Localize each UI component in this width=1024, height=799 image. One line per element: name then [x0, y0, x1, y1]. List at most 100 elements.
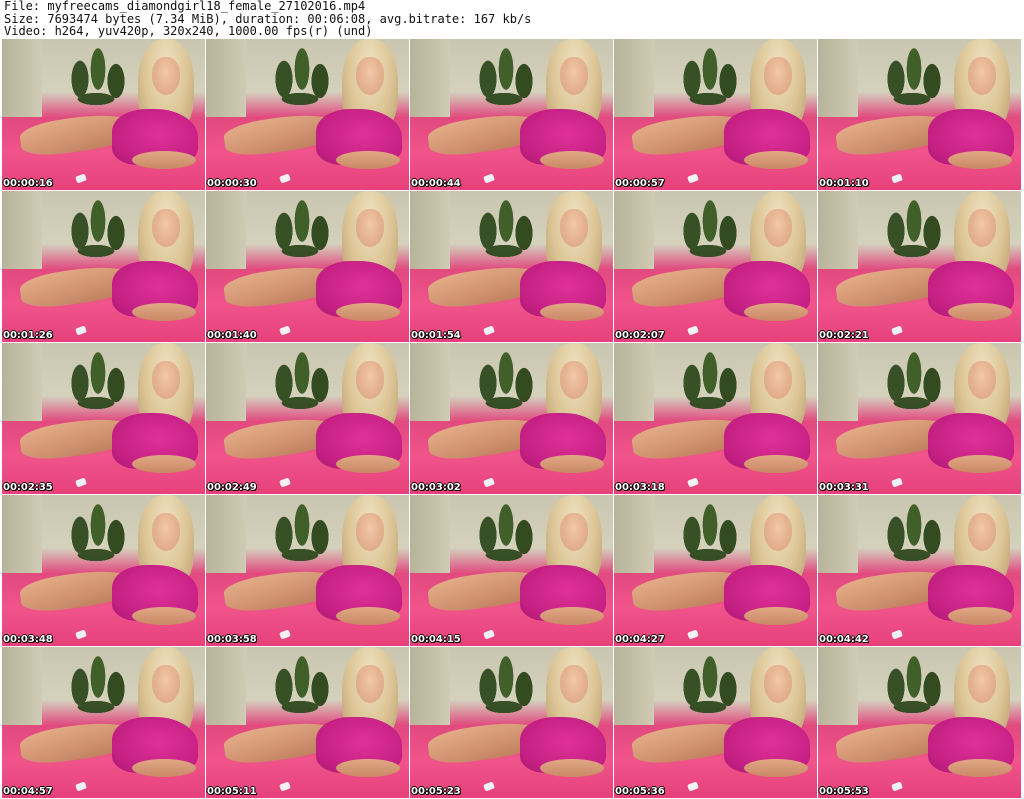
thumbnail-face [356, 513, 384, 551]
thumbnail-wall-left [2, 191, 42, 269]
thumbnail-wall-left [206, 39, 246, 117]
thumbnail-timestamp: 00:00:30 [207, 178, 257, 189]
thumbnail-face [560, 209, 588, 247]
thumbnail-timestamp: 00:01:26 [3, 330, 53, 341]
thumbnail-obj [279, 629, 291, 640]
thumbnail-arm [132, 303, 196, 321]
thumbnail-arm [540, 607, 604, 625]
thumbnail-wall-left [2, 647, 42, 725]
thumbnail-arm [948, 303, 1012, 321]
thumbnail-plant [264, 343, 336, 413]
thumbnail-face [560, 57, 588, 95]
thumbnail-plant [60, 191, 132, 261]
video-thumbnail: 00:05:53 [818, 647, 1021, 798]
thumbnail-arm [336, 303, 400, 321]
video-thumbnail: 00:00:57 [614, 39, 817, 190]
video-thumbnail: 00:01:54 [410, 191, 613, 342]
thumbnail-timestamp: 00:05:23 [411, 786, 461, 797]
thumbnail-face [764, 209, 792, 247]
thumbnail-face [764, 665, 792, 703]
thumbnail-wall-left [818, 39, 858, 117]
thumbnail-timestamp: 00:05:36 [615, 786, 665, 797]
thumbnail-plant [672, 495, 744, 565]
thumbnail-timestamp: 00:00:57 [615, 178, 665, 189]
thumbnail-timestamp: 00:03:48 [3, 634, 53, 645]
thumbnail-face [152, 513, 180, 551]
thumbnail-obj [687, 325, 699, 336]
video-thumbnail: 00:03:02 [410, 343, 613, 494]
thumbnail-face [356, 209, 384, 247]
video-thumbnail: 00:00:44 [410, 39, 613, 190]
thumbnail-plant [672, 647, 744, 717]
thumbnail-timestamp: 00:02:07 [615, 330, 665, 341]
thumbnail-obj [279, 173, 291, 184]
thumbnail-timestamp: 00:03:58 [207, 634, 257, 645]
video-thumbnail: 00:03:18 [614, 343, 817, 494]
thumbnail-wall-left [410, 39, 450, 117]
thumbnail-arm [132, 151, 196, 169]
thumbnail-arm [336, 607, 400, 625]
thumbnail-arm [744, 607, 808, 625]
thumbnail-timestamp: 00:03:31 [819, 482, 869, 493]
thumbnail-obj [279, 477, 291, 488]
thumbnail-arm [540, 759, 604, 777]
thumbnail-face [764, 513, 792, 551]
file-info-header: File: myfreecams_diamondgirl18_female_27… [4, 0, 1020, 38]
video-thumbnail: 00:04:27 [614, 495, 817, 646]
thumbnail-plant [468, 343, 540, 413]
thumbnail-plant [876, 647, 948, 717]
thumbnail-timestamp: 00:05:53 [819, 786, 869, 797]
thumbnail-plant [60, 647, 132, 717]
thumbnail-arm [744, 151, 808, 169]
thumbnail-wall-left [614, 647, 654, 725]
thumbnail-arm [540, 303, 604, 321]
thumbnail-wall-left [410, 191, 450, 269]
video-info-line: Video: h264, yuv420p, 320x240, 1000.00 f… [4, 24, 373, 39]
thumbnail-plant [876, 39, 948, 109]
thumbnail-arm [744, 303, 808, 321]
thumbnail-obj [75, 477, 87, 488]
video-thumbnail: 00:00:30 [206, 39, 409, 190]
thumbnail-face [968, 513, 996, 551]
thumbnail-arm [948, 151, 1012, 169]
thumbnail-wall-left [2, 39, 42, 117]
thumbnail-wall-left [206, 343, 246, 421]
thumbnail-wall-left [410, 647, 450, 725]
thumbnail-wall-left [818, 343, 858, 421]
thumbnail-obj [891, 477, 903, 488]
thumbnail-plant [468, 647, 540, 717]
thumbnail-wall-left [614, 39, 654, 117]
thumbnail-plant [264, 39, 336, 109]
thumbnail-timestamp: 00:01:10 [819, 178, 869, 189]
thumbnail-plant [60, 495, 132, 565]
thumbnail-face [764, 361, 792, 399]
thumbnail-face [968, 665, 996, 703]
thumbnail-face [560, 361, 588, 399]
video-thumbnail: 00:01:10 [818, 39, 1021, 190]
file-name-line: File: myfreecams_diamondgirl18_female_27… [4, 0, 366, 13]
video-thumbnail: 00:03:31 [818, 343, 1021, 494]
thumbnail-face [560, 665, 588, 703]
video-thumbnail: 00:01:40 [206, 191, 409, 342]
thumbnail-plant [876, 343, 948, 413]
video-thumbnail: 00:01:26 [2, 191, 205, 342]
thumbnail-wall-left [206, 495, 246, 573]
video-thumbnail: 00:04:42 [818, 495, 1021, 646]
thumbnail-wall-left [818, 191, 858, 269]
video-thumbnail: 00:04:15 [410, 495, 613, 646]
thumbnail-obj [279, 325, 291, 336]
video-thumbnail: 00:02:49 [206, 343, 409, 494]
thumbnail-plant [60, 343, 132, 413]
thumbnail-obj [891, 781, 903, 792]
video-thumbnail: 00:03:58 [206, 495, 409, 646]
video-thumbnail: 00:00:16 [2, 39, 205, 190]
thumbnail-obj [687, 173, 699, 184]
video-thumbnail: 00:05:36 [614, 647, 817, 798]
thumbnail-wall-left [614, 495, 654, 573]
thumbnail-obj [687, 781, 699, 792]
thumbnail-plant [672, 191, 744, 261]
thumbnail-wall-left [2, 343, 42, 421]
thumbnail-arm [948, 455, 1012, 473]
thumbnail-wall-left [206, 191, 246, 269]
thumbnail-obj [891, 325, 903, 336]
